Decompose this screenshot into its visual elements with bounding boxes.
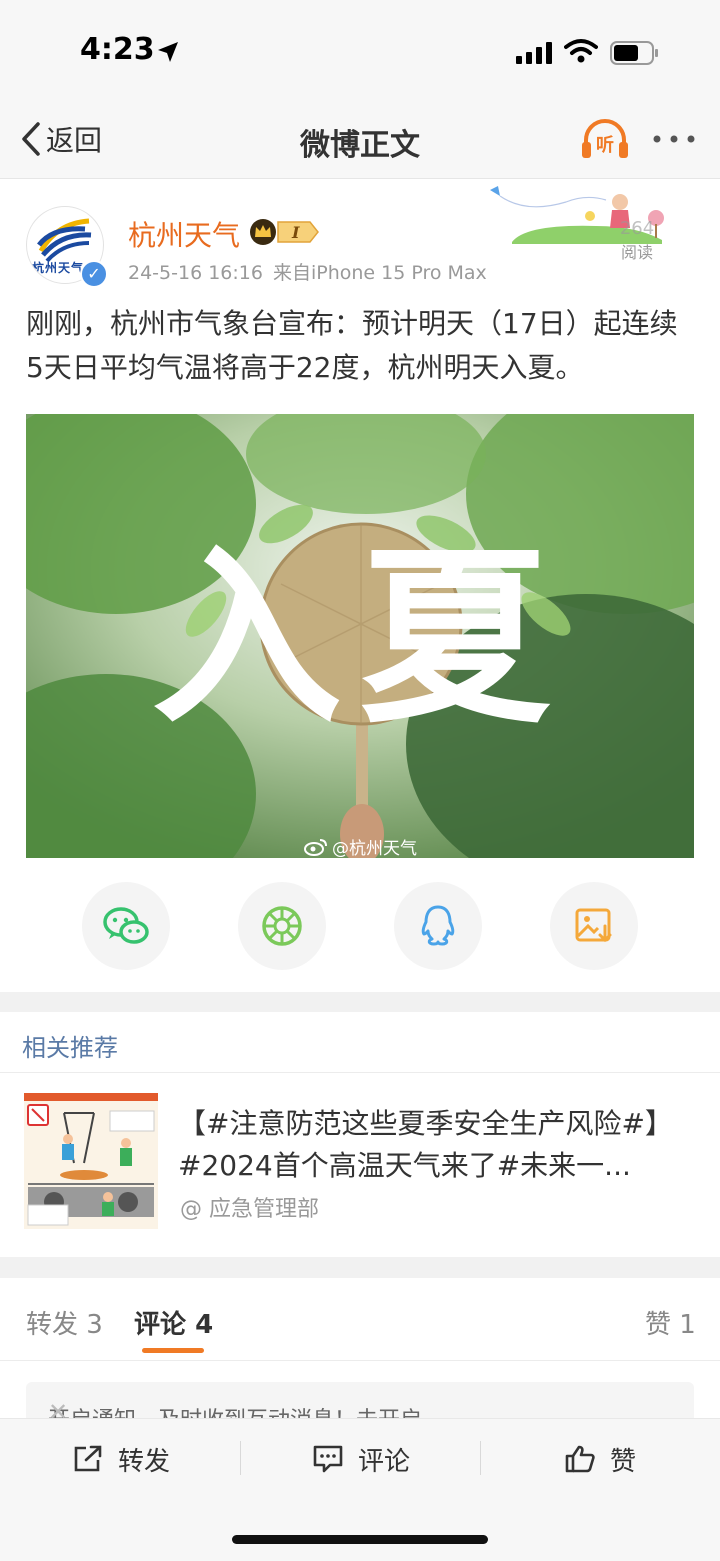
read-count: 264 阅读	[612, 218, 662, 263]
tab-like-count: 1	[679, 1310, 696, 1340]
save-image-button[interactable]	[550, 882, 638, 970]
tab-comment[interactable]: 评论 4	[134, 1304, 213, 1341]
status-bar: 4:23	[0, 0, 720, 100]
listen-headphones-icon[interactable]: 听	[580, 118, 630, 160]
read-count-number: 264	[619, 218, 655, 239]
post-meta: 24-5-16 16:16 来自iPhone 15 Pro Max	[128, 258, 487, 285]
share-wechat-button[interactable]	[82, 882, 170, 970]
comment-button[interactable]: 评论	[312, 1439, 410, 1479]
share-row	[0, 882, 720, 972]
watermark-text: @杭州天气	[332, 839, 417, 858]
repost-icon	[74, 1445, 102, 1472]
divider	[240, 1441, 241, 1475]
summer-fan-illustration: 入夏	[26, 414, 694, 858]
listen-label: 听	[596, 134, 614, 156]
related-header-label: 相关推荐	[22, 1034, 118, 1062]
interaction-tabs: 转发 3 评论 4 赞 1	[0, 1278, 720, 1361]
related-item-title: 【#注意防范这些夏季安全生产风险#】#2024首个高温天气来了#未来一...	[178, 1107, 673, 1182]
share-qq-button[interactable]	[394, 882, 482, 970]
comment-label: 评论	[358, 1446, 411, 1477]
post-body-text: 刚刚，杭州市气象台宣布：预计明天（17日）起连续5天日平均气温将高于22度，杭州…	[26, 307, 678, 384]
active-tab-indicator	[142, 1348, 204, 1353]
tab-comment-label: 评论	[134, 1310, 187, 1340]
related-item-source: @ 应急管理部	[180, 1197, 319, 1222]
post-source: 来自iPhone 15 Pro Max	[272, 262, 487, 284]
vip-crown-badge-icon[interactable]: I	[248, 218, 320, 246]
post-image[interactable]: 入夏 @杭州天气	[26, 414, 694, 858]
read-count-label: 阅读	[620, 243, 653, 262]
wifi-icon	[564, 39, 598, 63]
like-label: 赞	[610, 1446, 637, 1477]
related-thumbnail	[24, 1093, 158, 1229]
bottom-action-bar: 转发 评论 赞	[0, 1418, 720, 1561]
tab-like[interactable]: 赞 1	[645, 1304, 696, 1341]
moments-icon	[262, 906, 302, 946]
section-divider	[0, 992, 720, 1012]
thumbs-up-icon	[565, 1445, 595, 1473]
tab-repost[interactable]: 转发 3	[26, 1304, 103, 1341]
divider	[480, 1441, 481, 1475]
share-moments-button[interactable]	[238, 882, 326, 970]
qq-icon	[421, 905, 455, 946]
post-timestamp: 24-5-16 16:16	[128, 262, 263, 284]
image-watermark: @杭州天气	[304, 834, 417, 858]
location-arrow-icon	[158, 42, 178, 62]
weibo-post: 杭州天气 ✓ 杭州天气 I 24-5-16 16:16 来自iPhone 15 P…	[0, 180, 720, 992]
badge-level: I	[291, 223, 300, 242]
avatar-text: 杭州天气	[32, 261, 85, 275]
home-indicator[interactable]	[232, 1535, 488, 1544]
more-options-icon[interactable]	[652, 134, 696, 144]
wechat-icon	[103, 907, 149, 944]
tab-like-label: 赞	[645, 1310, 672, 1340]
image-caption: 入夏	[152, 528, 568, 749]
weibo-logo-icon	[304, 838, 327, 856]
status-time: 4:23	[80, 32, 155, 67]
safety-poster-illustration	[24, 1093, 158, 1229]
tab-repost-count: 3	[86, 1310, 103, 1340]
like-button[interactable]: 赞	[564, 1439, 636, 1479]
related-item[interactable]: 【#注意防范这些夏季安全生产风险#】#2024首个高温天气来了#未来一... @…	[0, 1073, 720, 1257]
repost-button[interactable]: 转发	[72, 1439, 170, 1479]
verified-badge-icon: ✓	[80, 260, 108, 288]
battery-icon	[610, 41, 658, 65]
comment-icon	[313, 1445, 343, 1473]
tab-comment-count: 4	[195, 1310, 214, 1340]
author-name[interactable]: 杭州天气	[128, 214, 240, 254]
tab-repost-label: 转发	[26, 1310, 79, 1340]
save-image-icon	[575, 908, 612, 943]
cellular-signal-icon	[516, 42, 552, 64]
nav-bar: 返回 微博正文 听	[0, 100, 720, 179]
repost-label: 转发	[118, 1446, 171, 1477]
section-divider	[0, 1257, 720, 1278]
related-header: 相关推荐	[0, 1012, 720, 1073]
